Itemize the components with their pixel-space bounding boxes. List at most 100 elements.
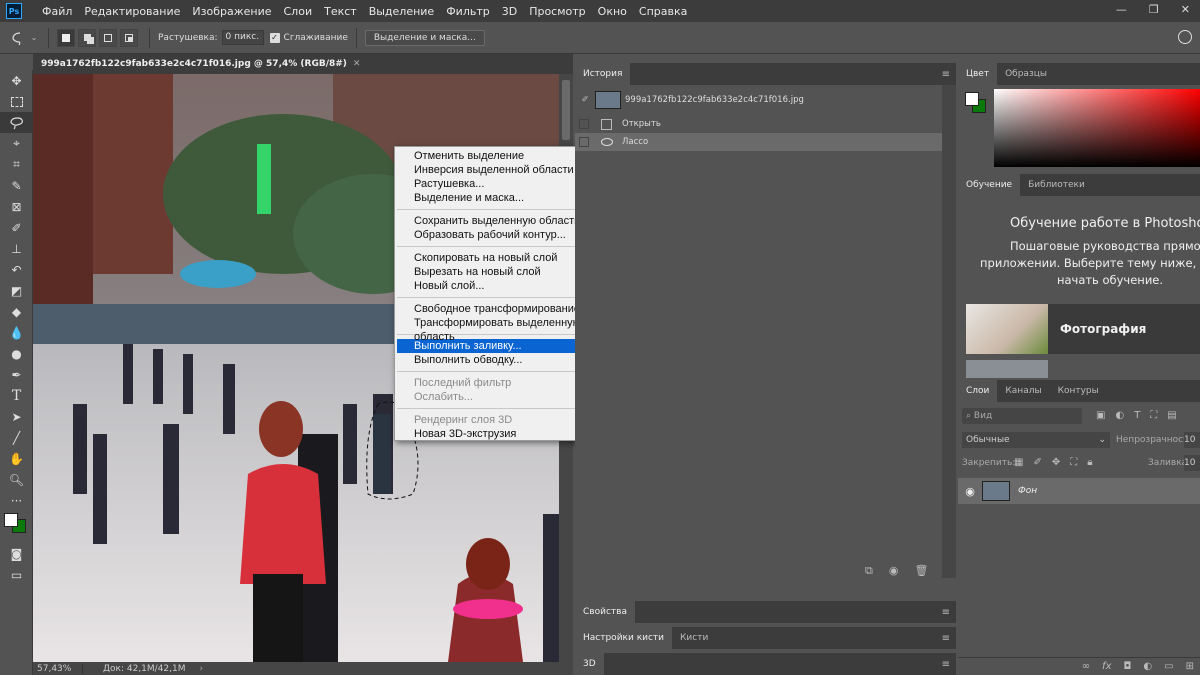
zoom-level[interactable]: 57,43% <box>33 663 83 674</box>
arrow-right-icon[interactable]: › <box>200 664 204 674</box>
menu-view[interactable]: Просмотр <box>523 5 591 18</box>
add-selection-button[interactable] <box>78 28 96 47</box>
menu-layers[interactable]: Слои <box>278 5 319 18</box>
history-item-selected[interactable]: Лассо <box>575 133 942 151</box>
tab-swatches[interactable]: Образцы <box>997 63 1055 85</box>
maximize-button[interactable]: ❐ <box>1149 3 1159 16</box>
marquee-tool[interactable] <box>0 91 33 112</box>
panel-menu-icon[interactable]: ≡ <box>942 607 950 618</box>
subtract-selection-button[interactable] <box>99 28 117 47</box>
trash-icon[interactable]: 🗑︎ <box>914 564 928 578</box>
tab-brush-settings[interactable]: Настройки кисти <box>575 627 673 649</box>
blend-mode-select[interactable]: Обычные ⌄ <box>962 432 1110 448</box>
lasso-tool[interactable] <box>0 112 33 133</box>
menu-file[interactable]: Файл <box>36 5 78 18</box>
tab-3d[interactable]: 3D <box>575 653 604 675</box>
document-tab[interactable]: 999a1762fb122c9fab633e2c4c71f016.jpg @ 5… <box>33 54 573 74</box>
link-layers-icon[interactable]: ∞ <box>1082 661 1090 672</box>
paint-bucket-tool[interactable]: ◆ <box>0 301 33 322</box>
learn-card-photography[interactable]: Фотография <box>966 304 1200 354</box>
tab-brushes[interactable]: Кисти <box>672 627 716 649</box>
screen-mode-button[interactable]: ▭ <box>0 564 33 585</box>
layer-filter-field[interactable]: ⌕ Вид <box>962 408 1082 424</box>
close-button[interactable]: ✕ <box>1181 3 1190 16</box>
foreground-color-swatch[interactable] <box>4 513 18 527</box>
lock-position-icon[interactable]: ✥ <box>1052 457 1060 468</box>
scroll-thumb[interactable] <box>562 80 570 140</box>
antialias-checkbox[interactable]: ✓ <box>269 32 280 43</box>
history-scrollbar[interactable] <box>942 85 956 578</box>
tab-color[interactable]: Цвет <box>958 63 998 85</box>
menu-filter[interactable]: Фильтр <box>440 5 496 18</box>
foreground-color-swatch[interactable] <box>965 92 979 106</box>
fill-input[interactable]: 10 <box>1184 455 1200 471</box>
tab-channels[interactable]: Каналы <box>997 380 1049 402</box>
opacity-input[interactable]: 10 <box>1184 432 1200 448</box>
lasso-preset-picker[interactable]: ⌄ <box>0 31 48 45</box>
close-tab-icon[interactable]: ✕ <box>353 59 361 69</box>
path-selection-tool[interactable]: ➤ <box>0 406 33 427</box>
menu-edit[interactable]: Редактирование <box>78 5 186 18</box>
feather-input[interactable]: 0 пикс. <box>221 30 264 45</box>
history-snapshot[interactable]: ✐ 999a1762fb122c9fab633e2c4c71f016.jpg <box>575 85 942 115</box>
lock-all-icon[interactable]: 🔒︎ <box>1087 457 1092 468</box>
move-tool[interactable]: ✥ <box>0 70 33 91</box>
history-item[interactable]: Открыть <box>575 115 942 133</box>
menu-image[interactable]: Изображение <box>186 5 277 18</box>
brush-tool[interactable]: ✐ <box>0 217 33 238</box>
crop-tool[interactable]: ⌗ <box>0 154 33 175</box>
menu-window[interactable]: Окно <box>592 5 633 18</box>
intersect-selection-button[interactable] <box>120 28 138 47</box>
hand-tool[interactable]: ✋ <box>0 448 33 469</box>
color-picker-field[interactable] <box>994 89 1200 167</box>
panel-menu-icon[interactable]: ≡ <box>942 633 950 644</box>
pen-tool[interactable]: ✒ <box>0 364 33 385</box>
zoom-tool[interactable]: 🔍︎ <box>0 469 33 490</box>
add-mask-icon[interactable]: ◘ <box>1124 661 1132 672</box>
line-tool[interactable]: ╱ <box>0 427 33 448</box>
tab-history[interactable]: История <box>575 63 631 85</box>
lock-artboard-icon[interactable]: ⛶ <box>1070 457 1077 468</box>
adjustment-layer-icon[interactable]: ◐ <box>1143 661 1152 672</box>
layer-row[interactable]: ◉ Фон <box>958 478 1200 504</box>
stamp-tool[interactable]: ⊥ <box>0 238 33 259</box>
new-document-from-state-icon[interactable]: ⧉ <box>865 564 873 578</box>
camera-icon[interactable]: ◉ <box>889 564 899 578</box>
eyedropper-tool[interactable]: ✎ <box>0 175 33 196</box>
panel-menu-icon[interactable]: ≡ <box>942 69 950 80</box>
menu-help[interactable]: Справка <box>633 5 693 18</box>
tab-learn[interactable]: Обучение <box>958 174 1021 196</box>
quick-mask-button[interactable]: ◙ <box>0 543 33 564</box>
history-brush-tool[interactable]: ↶ <box>0 259 33 280</box>
blur-tool[interactable]: 💧 <box>0 322 33 343</box>
filter-smart-object-icon[interactable]: ▤ <box>1167 410 1176 421</box>
tab-paths[interactable]: Контуры <box>1050 380 1107 402</box>
select-and-mask-button[interactable]: Выделение и маска... <box>364 29 485 46</box>
filter-pixel-icon[interactable]: ▣ <box>1096 410 1105 421</box>
new-selection-button[interactable] <box>57 28 75 47</box>
menu-select[interactable]: Выделение <box>363 5 441 18</box>
tab-libraries[interactable]: Библиотеки <box>1020 174 1093 196</box>
tab-layers[interactable]: Слои <box>958 380 998 402</box>
more-tools[interactable]: ··· <box>0 490 33 511</box>
lock-transparent-icon[interactable]: ▦ <box>1014 457 1023 468</box>
dodge-tool[interactable]: ● <box>0 343 33 364</box>
filter-adjustment-icon[interactable]: ◐ <box>1115 410 1124 421</box>
frame-tool[interactable]: ⊠ <box>0 196 33 217</box>
quick-selection-tool[interactable]: ⌖ <box>0 133 33 154</box>
type-tool[interactable]: T <box>0 385 33 406</box>
new-group-icon[interactable]: ▭ <box>1164 661 1173 672</box>
tab-properties[interactable]: Свойства <box>575 601 635 623</box>
eye-icon[interactable]: ◉ <box>958 485 982 498</box>
panel-menu-icon[interactable]: ≡ <box>942 659 950 670</box>
menu-text[interactable]: Текст <box>318 5 363 18</box>
new-layer-icon[interactable]: ⊞ <box>1186 661 1194 672</box>
minimize-button[interactable]: — <box>1116 3 1127 16</box>
layer-style-icon[interactable]: fx <box>1102 661 1111 672</box>
lock-pixels-icon[interactable]: ✐ <box>1033 457 1041 468</box>
filter-type-icon[interactable]: T <box>1134 410 1140 421</box>
filter-shape-icon[interactable]: ⛶ <box>1150 410 1157 421</box>
search-icon[interactable] <box>1178 30 1192 44</box>
eraser-tool[interactable]: ◩ <box>0 280 33 301</box>
menu-3d[interactable]: 3D <box>496 5 523 18</box>
